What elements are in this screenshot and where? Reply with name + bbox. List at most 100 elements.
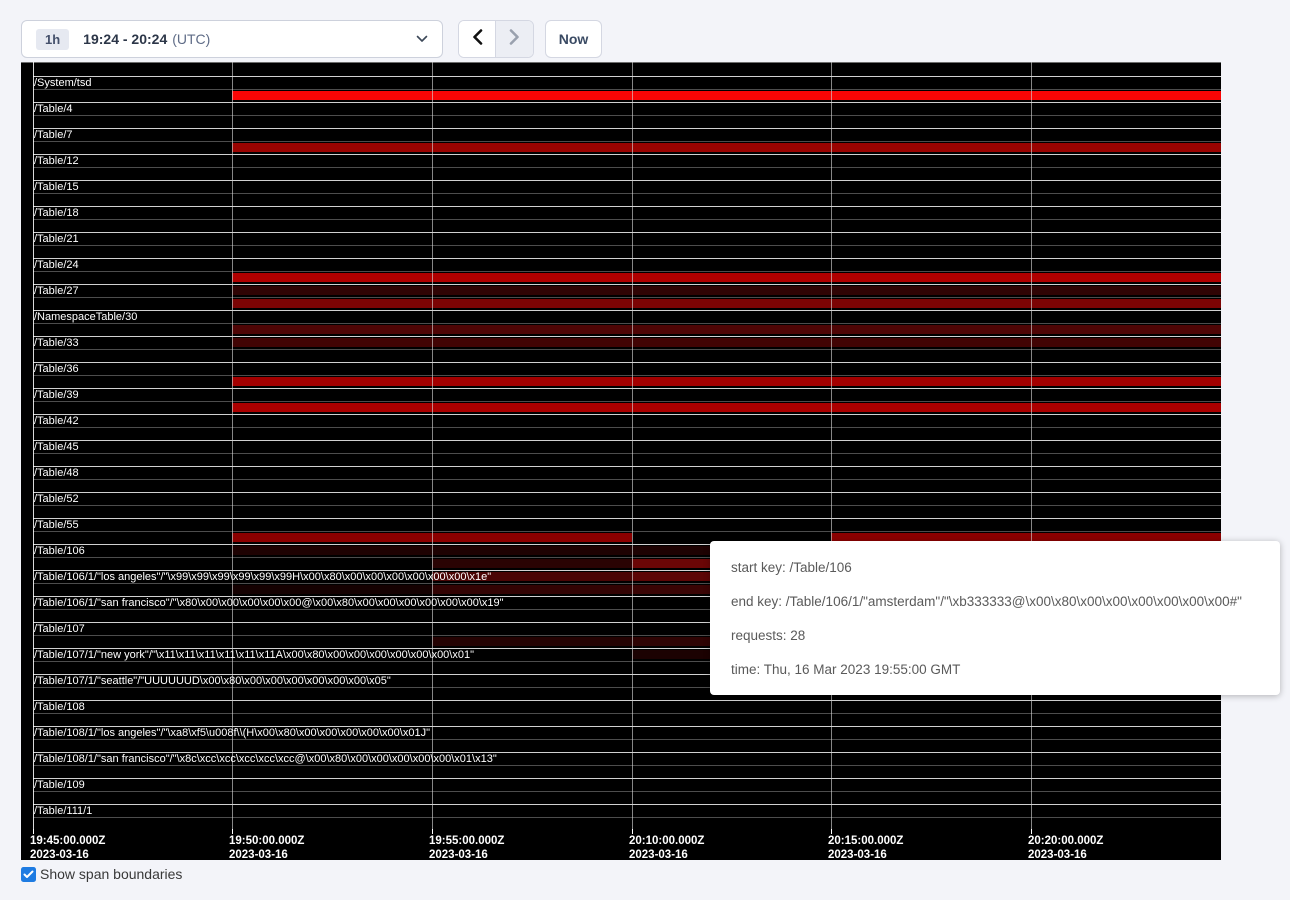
heatmap-band[interactable] <box>232 143 1221 152</box>
row-key-label: /NamespaceTable/30 <box>34 311 137 323</box>
row-key-label: /Table/4 <box>34 103 73 115</box>
heatmap-row[interactable]: /Table/108/1/"san francisco"/"\x8c\xcc\x… <box>21 752 1221 778</box>
row-key-label: /Table/21 <box>34 233 79 245</box>
chevron-down-icon <box>416 35 428 43</box>
previous-interval-button[interactable] <box>459 21 496 57</box>
heatmap-rows: /System/tsd/Table/4/Table/7/Table/12/Tab… <box>21 62 1221 829</box>
row-key-label: /System/tsd <box>34 77 91 89</box>
heatmap-band[interactable] <box>232 286 1221 295</box>
footer: Show span boundaries <box>21 866 182 882</box>
show-span-boundaries-label: Show span boundaries <box>40 866 182 882</box>
next-interval-button-disabled[interactable] <box>496 21 533 57</box>
row-key-label: /Table/18 <box>34 207 79 219</box>
row-key-label: /Table/106 <box>34 545 85 557</box>
row-key-label: /Table/106/1/"los angeles"/"\x99\x99\x99… <box>34 571 491 583</box>
row-key-label: /Table/33 <box>34 337 79 349</box>
time-nav-group <box>458 20 534 58</box>
heatmap-row[interactable]: /Table/12 <box>21 154 1221 180</box>
axis-tick-label: 20:15:00.000Z2023-03-16 <box>828 834 903 862</box>
row-key-label: /Table/15 <box>34 181 79 193</box>
heatmap-band[interactable] <box>232 338 1221 347</box>
now-button[interactable]: Now <box>545 20 602 58</box>
row-key-label: /Table/108/1/"los angeles"/"\xa8\xf5\u00… <box>34 727 430 739</box>
row-key-label: /Table/111/1 <box>34 805 92 817</box>
heatmap-row[interactable]: /Table/33 <box>21 336 1221 362</box>
heatmap-band[interactable] <box>432 533 632 542</box>
row-key-label: /Table/107 <box>34 623 85 635</box>
heatmap-row[interactable]: /System/tsd <box>21 76 1221 102</box>
row-key-label: /Table/109 <box>34 779 85 791</box>
row-key-label: /Table/42 <box>34 415 79 427</box>
heatmap-band[interactable] <box>232 273 1221 282</box>
heatmap-band[interactable] <box>232 325 1221 334</box>
row-key-label: /Table/27 <box>34 285 79 297</box>
axis-tick-label: 20:20:00.000Z2023-03-16 <box>1028 834 1103 862</box>
axis-tick-label: 19:55:00.000Z2023-03-16 <box>429 834 504 862</box>
heatmap-row[interactable]: /NamespaceTable/30 <box>21 310 1221 336</box>
time-range-value: 19:24 - 20:24 <box>83 31 167 47</box>
heatmap-row[interactable]: /Table/7 <box>21 128 1221 154</box>
row-key-label: /Table/48 <box>34 467 79 479</box>
heatmap-band[interactable] <box>432 637 632 646</box>
heatmap-band[interactable] <box>232 533 432 542</box>
heatmap-band[interactable] <box>232 377 1221 386</box>
heatmap-band[interactable] <box>432 559 632 568</box>
row-key-label: /Table/108 <box>34 701 85 713</box>
time-range-select[interactable]: 1h 19:24 - 20:24 (UTC) <box>21 20 443 58</box>
heatmap-band[interactable] <box>232 403 1221 412</box>
row-key-label: /Table/55 <box>34 519 79 531</box>
axis-tick-label: 20:10:00.000Z2023-03-16 <box>629 834 704 862</box>
row-key-label: /Table/107/1/"seattle"/"UUUUUUD\x00\x80\… <box>34 675 391 687</box>
row-key-label: /Table/24 <box>34 259 79 271</box>
heatmap-row[interactable]: /Table/18 <box>21 206 1221 232</box>
heatmap-row[interactable]: /Table/15 <box>21 180 1221 206</box>
heatmap-band[interactable] <box>432 585 632 594</box>
heatmap-band[interactable] <box>232 91 1221 100</box>
heatmap-row[interactable]: /Table/108/1/"los angeles"/"\xa8\xf5\u00… <box>21 726 1221 752</box>
cell-tooltip: start key: /Table/106 end key: /Table/10… <box>710 541 1280 695</box>
heatmap-row[interactable]: /Table/42 <box>21 414 1221 440</box>
show-span-boundaries-checkbox[interactable] <box>21 867 36 882</box>
time-gridline <box>831 62 832 829</box>
key-visualizer-heatmap[interactable]: /System/tsd/Table/4/Table/7/Table/12/Tab… <box>21 62 1221 860</box>
row-key-label: /Table/52 <box>34 493 79 505</box>
row-key-label: /Table/12 <box>34 155 79 167</box>
row-key-label: /Table/7 <box>34 129 73 141</box>
chevron-right-icon <box>509 29 520 50</box>
heatmap-row[interactable]: /Table/48 <box>21 466 1221 492</box>
now-button-label: Now <box>559 31 589 47</box>
time-axis: 19:45:00.000Z2023-03-16 19:50:00.000Z2023… <box>21 829 1221 860</box>
toolbar: 1h 19:24 - 20:24 (UTC) Now <box>0 0 1290 62</box>
heatmap-row[interactable]: /Table/21 <box>21 232 1221 258</box>
axis-tick-label: 19:45:00.000Z2023-03-16 <box>30 834 105 862</box>
tooltip-requests: requests: 28 <box>731 628 1259 643</box>
heatmap-row[interactable]: /Table/24 <box>21 258 1221 284</box>
heatmap-row[interactable]: /Table/4 <box>21 102 1221 128</box>
axis-tick-label: 19:50:00.000Z2023-03-16 <box>229 834 304 862</box>
heatmap-row[interactable]: /Table/108 <box>21 700 1221 726</box>
time-gridline <box>432 62 433 829</box>
heatmap-row[interactable]: /Table/109 <box>21 778 1221 804</box>
time-gridline <box>632 62 633 829</box>
heatmap-row[interactable]: /Table/39 <box>21 388 1221 414</box>
tooltip-start-key: start key: /Table/106 <box>731 560 1259 575</box>
heatmap-row[interactable]: /Table/27 <box>21 284 1221 310</box>
chevron-left-icon <box>472 29 483 50</box>
tooltip-time: time: Thu, 16 Mar 2023 19:55:00 GMT <box>731 662 1259 677</box>
row-key-label: /Table/106/1/"san francisco"/"\x80\x00\x… <box>34 597 504 609</box>
tooltip-end-key: end key: /Table/106/1/"amsterdam"/"\xb33… <box>731 594 1259 609</box>
row-key-label: /Table/36 <box>34 363 79 375</box>
row-key-label: /Table/108/1/"san francisco"/"\x8c\xcc\x… <box>34 753 497 765</box>
heatmap-row[interactable]: /Table/52 <box>21 492 1221 518</box>
time-gridline <box>232 62 233 829</box>
time-range-duration-badge: 1h <box>36 29 69 50</box>
row-key-label: /Table/45 <box>34 441 79 453</box>
heatmap-row[interactable]: /Table/45 <box>21 440 1221 466</box>
heatmap-band[interactable] <box>232 585 432 594</box>
heatmap-band[interactable] <box>232 299 1221 308</box>
heatmap-row[interactable]: /Table/36 <box>21 362 1221 388</box>
heatmap-row[interactable]: /Table/111/1 <box>21 804 1221 830</box>
heatmap-top-strip <box>21 63 1221 76</box>
check-icon <box>23 870 34 879</box>
time-gridline <box>1031 62 1032 829</box>
